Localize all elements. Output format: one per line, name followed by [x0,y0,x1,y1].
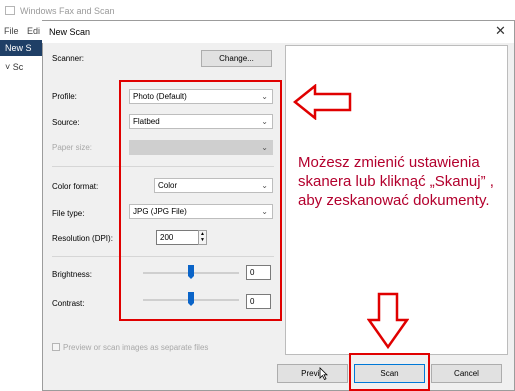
change-scanner-button[interactable]: Change... [201,50,272,67]
color-format-label: Color format: [52,182,99,191]
close-icon[interactable]: ✕ [495,24,506,38]
background-app-title: Windows Fax and Scan [20,6,115,16]
file-type-label: File type: [52,209,85,218]
source-label: Source: [52,118,80,127]
contrast-label: Contrast: [52,299,85,308]
scanner-label: Scanner: [52,54,85,63]
mouse-cursor-icon [319,367,328,380]
preview-button[interactable]: Previe [277,364,348,383]
profile-label: Profile: [52,92,77,101]
paper-size-label: Paper size: [52,143,93,152]
annotation-text: Możesz zmienić ustawienia skanera lub kl… [298,154,494,209]
separate-files-label: Preview or scan images as separate files [63,343,209,352]
tree-item-scan[interactable]: ˅ Sc [5,62,23,72]
dialog-titlebar [42,21,514,43]
arrow-down-icon [367,292,409,350]
dialog-title: New Scan [49,27,91,37]
separate-files-checkbox[interactable] [52,343,60,351]
tree-expand-icon[interactable]: ˅ [5,62,13,72]
menu-edit[interactable]: Edi [27,26,40,36]
resolution-label: Resolution (DPI): [52,234,113,243]
folder-tree [0,58,43,391]
brightness-label: Brightness: [52,270,93,279]
cancel-button[interactable]: Cancel [431,364,502,383]
arrow-left-icon [293,84,352,120]
menu-file[interactable]: File [4,26,19,36]
scan-highlight-box [349,353,430,391]
app-icon [5,6,15,15]
settings-highlight-box [119,80,282,321]
toolbar-new-scan-button[interactable]: New S [5,43,32,53]
